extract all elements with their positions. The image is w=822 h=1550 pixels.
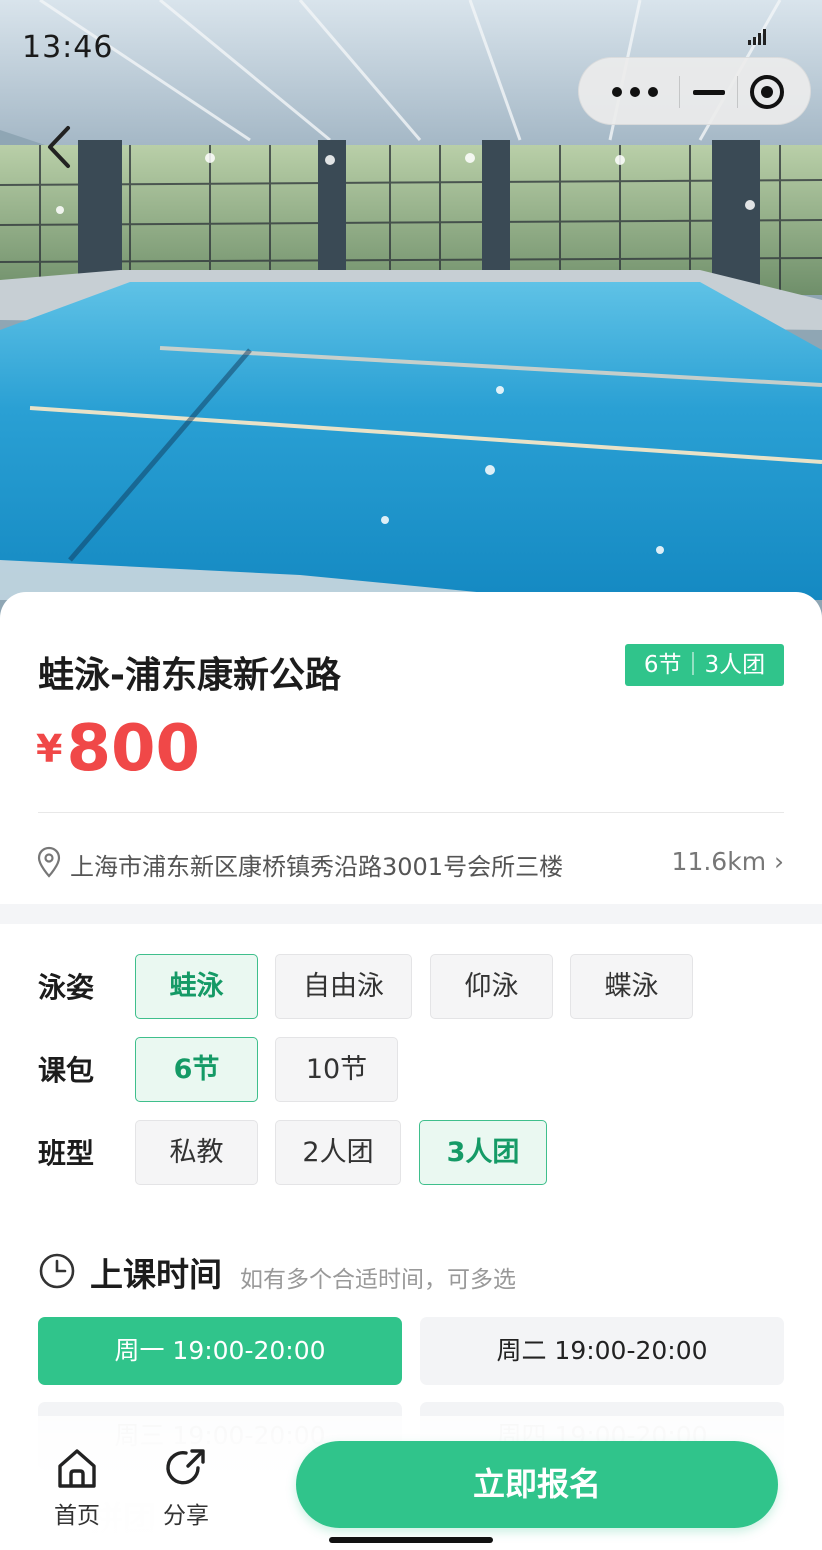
clock-icon bbox=[39, 1253, 75, 1289]
stroke-label: 泳姿 bbox=[38, 971, 95, 1004]
time-slot-monday[interactable]: 周一 19:00-20:00 bbox=[38, 1317, 402, 1385]
close-target-icon[interactable] bbox=[749, 74, 785, 110]
bottom-action-bar: 首页 分享 立即报名 bbox=[0, 1416, 822, 1550]
price: ¥800 bbox=[36, 712, 200, 786]
stroke-option-breaststroke[interactable]: 蛙泳 bbox=[135, 954, 258, 1019]
package-badge: 6节｜3人团 bbox=[625, 644, 784, 686]
share-icon bbox=[166, 1449, 205, 1485]
home-nav[interactable]: 首页 bbox=[37, 1446, 117, 1530]
package-option-6[interactable]: 6节 bbox=[135, 1037, 258, 1102]
capsule-divider bbox=[679, 76, 680, 108]
back-arrow-icon[interactable] bbox=[40, 122, 80, 172]
stroke-option-backstroke[interactable]: 仰泳 bbox=[430, 954, 553, 1019]
schedule-title: 上课时间 bbox=[90, 1255, 222, 1294]
section-gap bbox=[0, 904, 822, 924]
enroll-now-button[interactable]: 立即报名 bbox=[296, 1441, 778, 1528]
share-label: 分享 bbox=[163, 1503, 209, 1529]
course-title: 蛙泳-浦东康新公路 bbox=[38, 655, 341, 696]
status-time: 13:46 bbox=[22, 30, 114, 65]
class-option-private[interactable]: 私教 bbox=[135, 1120, 258, 1185]
class-option-3-person[interactable]: 3人团 bbox=[419, 1120, 547, 1185]
stroke-option-butterfly[interactable]: 蝶泳 bbox=[570, 954, 693, 1019]
package-label: 课包 bbox=[38, 1054, 95, 1087]
package-option-10[interactable]: 10节 bbox=[275, 1037, 398, 1102]
time-slot-tuesday[interactable]: 周二 19:00-20:00 bbox=[420, 1317, 784, 1385]
location-pin-icon bbox=[37, 846, 61, 878]
divider bbox=[38, 812, 784, 813]
home-indicator bbox=[329, 1537, 493, 1543]
stroke-option-freestyle[interactable]: 自由泳 bbox=[275, 954, 412, 1019]
home-label: 首页 bbox=[54, 1503, 100, 1529]
course-detail-card: 蛙泳-浦东康新公路 6节｜3人团 ¥800 上海市浦东新区康桥镇秀沿路3001号… bbox=[0, 592, 822, 1550]
price-currency: ¥ bbox=[36, 727, 63, 771]
class-option-2-person[interactable]: 2人团 bbox=[275, 1120, 401, 1185]
mini-program-capsule bbox=[578, 57, 811, 125]
share-nav[interactable]: 分享 bbox=[146, 1446, 226, 1530]
distance-link[interactable]: 11.6km › bbox=[672, 847, 784, 876]
minimize-icon[interactable] bbox=[691, 80, 727, 104]
price-amount: 800 bbox=[66, 712, 201, 786]
home-icon bbox=[58, 1449, 96, 1488]
hero-image: 13:46 bbox=[0, 0, 822, 620]
schedule-hint: 如有多个合适时间，可多选 bbox=[240, 1267, 516, 1293]
address-text[interactable]: 上海市浦东新区康桥镇秀沿路3001号会所三楼 bbox=[70, 847, 563, 882]
more-dots-icon[interactable] bbox=[609, 80, 661, 104]
class-type-label: 班型 bbox=[38, 1137, 95, 1170]
signal-icon bbox=[748, 29, 766, 45]
capsule-divider bbox=[737, 76, 738, 108]
